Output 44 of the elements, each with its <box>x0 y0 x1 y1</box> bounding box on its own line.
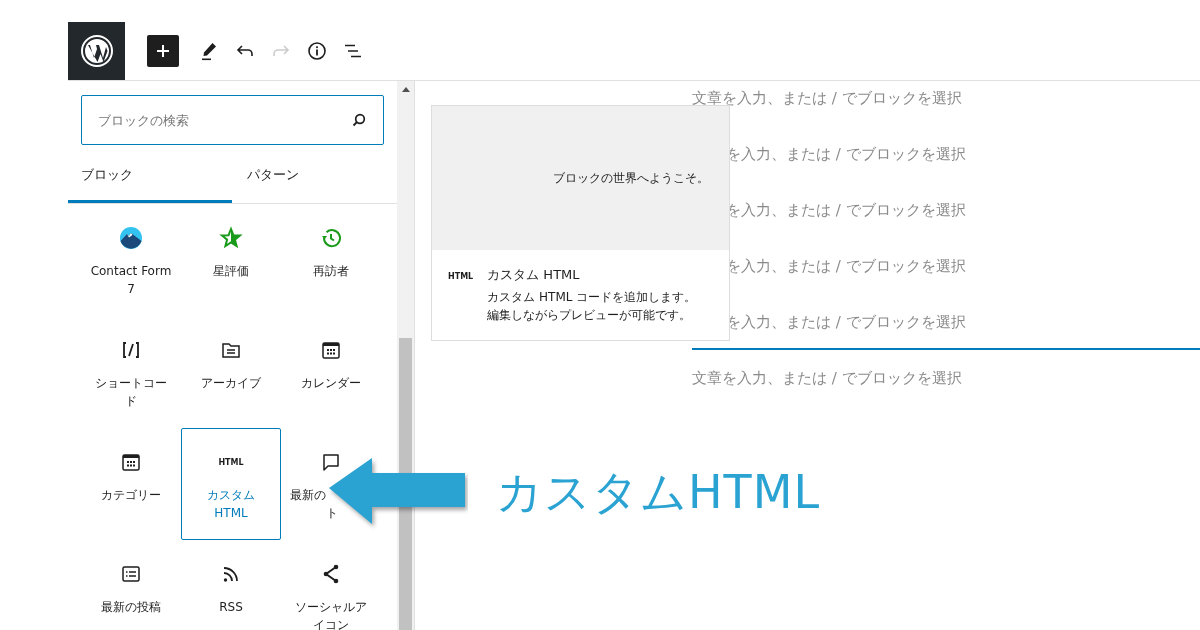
placeholder-text[interactable]: 文章を入力、または / でブロックを選択 <box>692 369 962 387</box>
block-label: 再訪者 <box>312 263 350 280</box>
block-item[interactable]: 星評価 <box>181 204 281 316</box>
search-icon <box>351 112 367 128</box>
placeholder-text[interactable]: 文章を入力、または / でブロックを選択 <box>692 89 962 107</box>
annotation-text: カスタムHTML <box>496 464 820 521</box>
block-item[interactable]: HTML カスタム HTML <box>181 428 281 540</box>
block-label: カスタム HTML <box>206 487 256 522</box>
wordpress-logo-icon[interactable] <box>79 34 114 68</box>
block-label: 星評価 <box>212 263 250 280</box>
block-item[interactable]: 最新の投稿 <box>81 540 181 630</box>
block-label: アーカイブ <box>200 375 262 392</box>
add-block-button[interactable] <box>147 35 179 67</box>
block-item[interactable]: ショートコー ド <box>81 316 181 428</box>
block-item[interactable]: カテゴリー <box>81 428 181 540</box>
plus-icon <box>155 43 171 59</box>
scrollbar[interactable] <box>397 81 414 630</box>
block-label: ショートコー ド <box>94 375 168 410</box>
block-label: Contact Form 7 <box>89 263 173 298</box>
block-item[interactable]: ソーシャルア イコン <box>281 540 381 630</box>
block-label: RSS <box>218 599 244 616</box>
block-item[interactable]: RSS <box>181 540 281 630</box>
block-item[interactable]: 再訪者 <box>281 204 381 316</box>
preview-text: ブロックの世界へようこそ。 <box>553 169 709 187</box>
block-label: カテゴリー <box>100 487 162 504</box>
search-field[interactable]: ブロックの検索 <box>81 95 384 145</box>
info-icon <box>305 39 329 63</box>
block-label: 最新の ト <box>289 487 339 522</box>
block-label: ソーシャルア イコン <box>294 599 368 630</box>
history-icon <box>319 226 343 250</box>
tab[interactable]: パターン <box>232 149 396 203</box>
block-label: カレンダー <box>300 375 362 392</box>
star-icon <box>219 226 243 250</box>
block-title: カスタム HTML <box>487 266 581 284</box>
mountain-logo-icon <box>119 226 143 250</box>
block-item[interactable]: Contact Form 7 <box>81 204 181 316</box>
tab[interactable]: ブロック <box>68 149 232 203</box>
scroll-up-icon[interactable] <box>401 87 410 92</box>
block-item[interactable]: カレンダー <box>281 316 381 428</box>
block-label: 最新の投稿 <box>100 599 162 616</box>
html-icon-text: HTML <box>448 272 474 283</box>
block-item[interactable]: 最新の ト <box>281 428 381 540</box>
block-item[interactable]: アーカイブ <box>181 316 281 428</box>
html-icon-text: HTML <box>218 457 244 467</box>
